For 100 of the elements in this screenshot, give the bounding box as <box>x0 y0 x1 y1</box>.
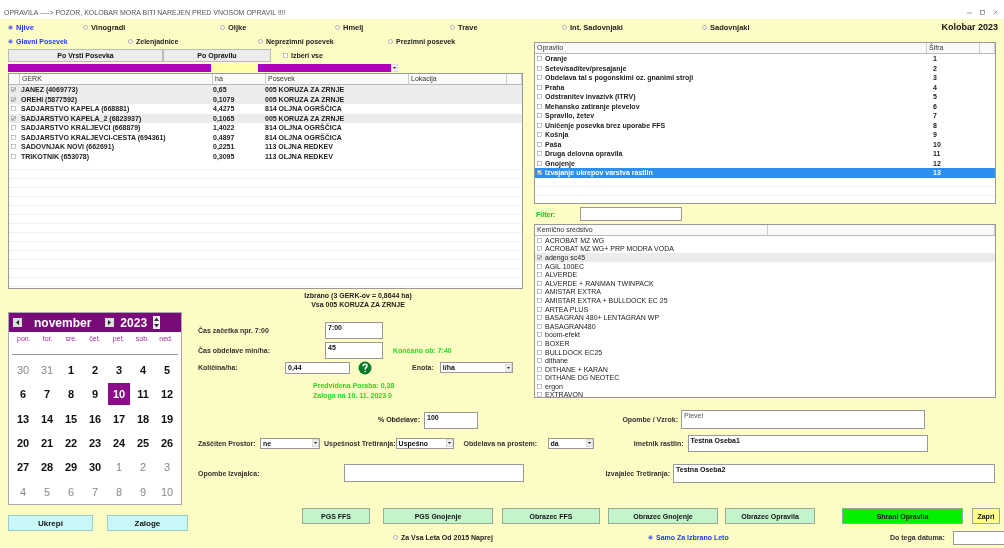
checkbox[interactable] <box>11 134 16 140</box>
checkbox[interactable] <box>537 75 542 81</box>
dropdown-arrow-icon[interactable] <box>504 363 512 372</box>
calendar-day[interactable]: 30 <box>84 456 106 479</box>
calendar-day[interactable]: 2 <box>132 456 154 479</box>
calendar-day[interactable]: 9 <box>84 383 106 406</box>
calendar-day[interactable]: 30 <box>12 359 34 382</box>
checkbox[interactable] <box>537 323 542 329</box>
calendar-day[interactable]: 15 <box>60 407 82 430</box>
checkbox[interactable] <box>537 84 542 90</box>
calendar-day[interactable]: 3 <box>108 359 130 382</box>
help-icon[interactable] <box>358 360 372 375</box>
calendar-day[interactable]: 31 <box>36 359 58 382</box>
restore-icon[interactable] <box>980 10 985 15</box>
calendar-day[interactable]: 18 <box>132 407 154 430</box>
filter-field[interactable] <box>211 64 258 72</box>
checkbox[interactable] <box>11 125 16 131</box>
calendar-day[interactable]: 28 <box>36 456 58 479</box>
checkbox[interactable] <box>537 263 542 269</box>
calendar-day[interactable]: 4 <box>132 359 154 382</box>
dropdown-arrow-icon[interactable] <box>312 439 319 447</box>
checkbox[interactable] <box>537 306 542 312</box>
radio-button[interactable] <box>220 24 225 30</box>
checkbox[interactable] <box>11 153 16 159</box>
filter-bar[interactable] <box>8 64 211 72</box>
calendar-day[interactable]: 12 <box>156 383 178 406</box>
next-month-icon[interactable] <box>105 318 115 327</box>
side-button[interactable]: Zaloge <box>106 515 188 531</box>
checkbox[interactable] <box>537 358 542 364</box>
checkbox[interactable] <box>537 289 542 295</box>
checkbox[interactable] <box>537 122 542 128</box>
checkbox[interactable] <box>537 113 542 119</box>
checkbox[interactable] <box>537 332 542 338</box>
filter-dropdown[interactable] <box>258 64 398 72</box>
calendar-day[interactable]: 5 <box>156 359 178 382</box>
filter-input[interactable] <box>580 207 683 221</box>
radio-button[interactable] <box>8 39 13 44</box>
checkbox[interactable] <box>11 115 16 121</box>
dropdown-arrow-icon[interactable] <box>585 439 593 447</box>
calendar-day[interactable]: 7 <box>36 383 58 406</box>
calendar-day[interactable]: 14 <box>36 407 58 430</box>
calendar-day[interactable]: 23 <box>84 432 106 455</box>
radio-button[interactable] <box>128 39 133 44</box>
radio-button[interactable] <box>450 24 455 30</box>
calendar-day[interactable]: 19 <box>156 407 178 430</box>
calendar-day[interactable]: 26 <box>156 432 178 455</box>
checkbox[interactable] <box>537 170 542 176</box>
dropdown-arrow-icon[interactable] <box>391 64 398 72</box>
radio-button[interactable] <box>702 24 707 30</box>
radio-button[interactable] <box>8 24 13 30</box>
calendar-day[interactable]: 10 <box>108 383 130 406</box>
checkbox[interactable] <box>283 53 288 58</box>
radio-button[interactable] <box>258 39 263 44</box>
checkbox[interactable] <box>11 144 16 150</box>
checkbox[interactable] <box>11 96 16 102</box>
checkbox[interactable] <box>537 141 542 147</box>
checkbox[interactable] <box>537 349 542 355</box>
checkbox[interactable] <box>537 280 542 286</box>
checkbox[interactable] <box>537 272 542 278</box>
checkbox[interactable] <box>11 106 16 112</box>
calendar-day[interactable]: 7 <box>84 480 106 503</box>
calendar-day[interactable]: 1 <box>108 456 130 479</box>
calendar-day[interactable]: 25 <box>132 432 154 455</box>
calendar-day[interactable]: 9 <box>132 480 154 503</box>
calendar-day[interactable]: 6 <box>12 383 34 406</box>
calendar-day[interactable]: 21 <box>36 432 58 455</box>
calendar-day[interactable]: 8 <box>60 383 82 406</box>
minimize-icon[interactable] <box>967 10 972 15</box>
checkbox[interactable] <box>537 340 542 346</box>
calendar-day[interactable]: 8 <box>108 480 130 503</box>
checkbox[interactable] <box>537 246 542 252</box>
dropdown-arrow-icon[interactable] <box>445 439 453 447</box>
checkbox[interactable] <box>537 255 542 260</box>
operator-notes-input[interactable] <box>344 464 524 482</box>
checkbox[interactable] <box>537 103 542 109</box>
checkbox[interactable] <box>537 94 542 100</box>
year-spinner-icon[interactable] <box>153 316 161 329</box>
calendar-day[interactable]: 2 <box>84 359 106 382</box>
checkbox[interactable] <box>537 56 542 62</box>
calendar-day[interactable]: 16 <box>84 407 106 430</box>
checkbox[interactable] <box>537 375 542 381</box>
until-date-input[interactable] <box>952 530 1004 545</box>
calendar-day[interactable]: 17 <box>108 407 130 430</box>
calendar-day[interactable]: 13 <box>12 407 34 430</box>
checkbox[interactable] <box>537 132 542 138</box>
calendar-day[interactable]: 27 <box>12 456 34 479</box>
previous-month-icon[interactable] <box>13 318 22 327</box>
calendar-day[interactable]: 20 <box>12 432 34 455</box>
close-icon[interactable] <box>993 10 998 15</box>
checkbox[interactable] <box>537 65 542 71</box>
calendar-day[interactable]: 11 <box>132 383 154 406</box>
checkbox[interactable] <box>537 151 542 157</box>
calendar-day[interactable]: 24 <box>108 432 130 455</box>
radio-button[interactable] <box>388 39 393 44</box>
checkbox[interactable] <box>537 160 542 166</box>
checkbox[interactable] <box>537 297 542 303</box>
calendar-day[interactable]: 5 <box>36 480 58 503</box>
radio-button[interactable] <box>83 24 88 30</box>
checkbox[interactable] <box>537 315 542 321</box>
calendar-day[interactable]: 22 <box>60 432 82 455</box>
